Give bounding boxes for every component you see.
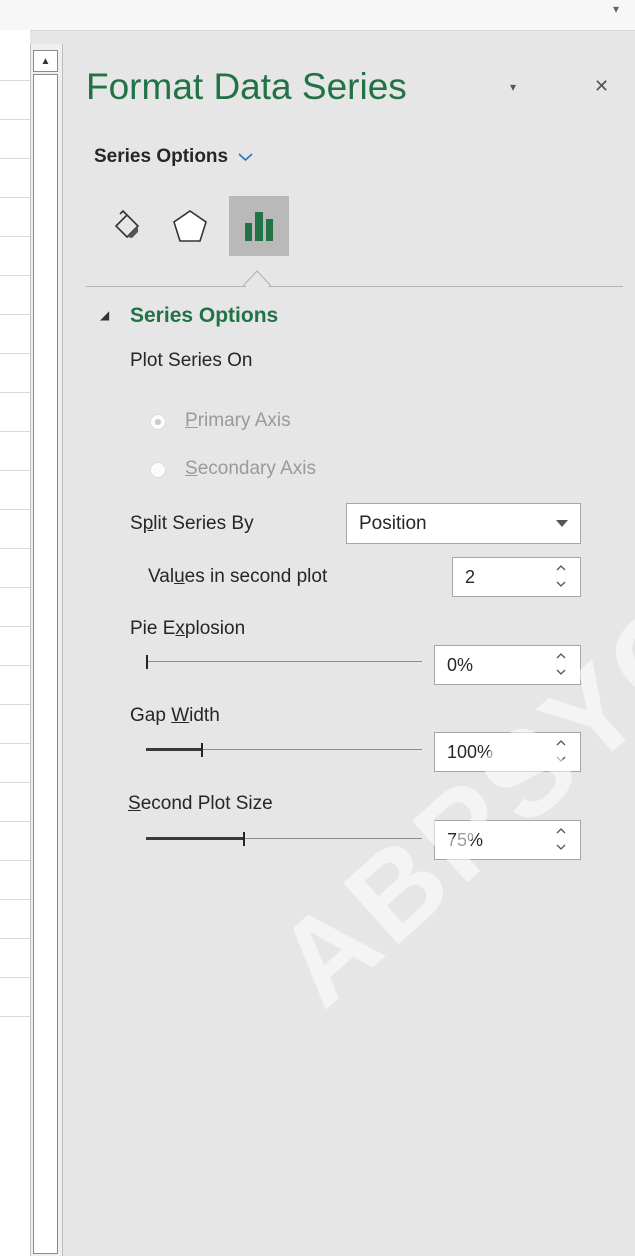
split-series-by-label: Split Series By (130, 513, 254, 534)
grid-row-line (0, 587, 30, 588)
slider-thumb[interactable] (146, 655, 148, 669)
series-options-menu[interactable]: Series Options (94, 146, 253, 168)
grid-row-line (0, 860, 30, 861)
grid-row-line (0, 392, 30, 393)
pie-explosion-value: 0% (447, 655, 474, 675)
grid-row-line (0, 704, 30, 705)
grid-row-line (0, 665, 30, 666)
secondary-axis-radio[interactable] (150, 462, 166, 478)
scroll-up-button[interactable]: ▲ (33, 50, 58, 72)
second-plot-size-label: Second Plot Size (128, 793, 273, 814)
chevron-down-icon (238, 153, 253, 162)
grid-row-line (0, 314, 30, 315)
series-options-tab[interactable] (229, 196, 289, 256)
pie-explosion-slider[interactable] (146, 655, 422, 669)
primary-axis-label: Primary Axis (185, 410, 291, 431)
grid-row-line (0, 197, 30, 198)
spin-up-icon[interactable] (556, 563, 566, 573)
primary-axis-radio[interactable] (150, 414, 166, 430)
grid-row-line (0, 236, 30, 237)
paint-bucket-icon (114, 209, 140, 239)
grid-row-line (0, 782, 30, 783)
tab-divider (268, 286, 623, 287)
pane-options-chevron-icon[interactable]: ▾ (510, 80, 516, 94)
split-series-by-value: Position (359, 513, 427, 534)
fill-line-tab[interactable] (96, 196, 156, 256)
pentagon-icon (173, 210, 207, 242)
gap-width-label: Gap Width (130, 705, 220, 726)
vertical-scrollbar[interactable]: ▲ (30, 44, 63, 1256)
section-header[interactable]: Series Options (130, 304, 278, 328)
grid-row-line (0, 977, 30, 978)
tab-divider (86, 286, 246, 287)
grid-row-line (0, 1016, 30, 1017)
series-options-menu-label: Series Options (94, 146, 229, 167)
grid-row-line (0, 80, 30, 81)
grid-row-line (0, 743, 30, 744)
grid-row-line (0, 938, 30, 939)
close-icon[interactable]: ✕ (594, 76, 609, 97)
grid-row-line (0, 899, 30, 900)
collapse-triangle-icon[interactable]: ◢ (100, 308, 109, 322)
grid-row-line (0, 275, 30, 276)
secondary-axis-label: Secondary Axis (185, 458, 316, 479)
slider-thumb[interactable] (201, 743, 203, 757)
grid-row-line (0, 548, 30, 549)
values-in-second-plot-spinner[interactable]: 2 (452, 557, 581, 597)
grid-row-line (0, 431, 30, 432)
effects-tab[interactable] (160, 196, 220, 256)
slider-track (146, 661, 422, 662)
ribbon-strip: ▾ (0, 0, 635, 31)
chevron-down-icon[interactable]: ▾ (613, 2, 619, 16)
slider-thumb[interactable] (243, 832, 245, 846)
values-in-second-plot-value: 2 (465, 567, 476, 587)
bar-chart-icon (245, 212, 273, 241)
grid-row-line (0, 158, 30, 159)
slider-fill (146, 837, 243, 840)
scrollbar-thumb[interactable] (33, 74, 58, 1254)
values-in-second-plot-label: Values in second plot (148, 566, 328, 587)
slider-fill (146, 748, 201, 751)
split-series-by-select[interactable]: Position (346, 503, 581, 544)
worksheet-grid (0, 30, 30, 1256)
grid-row-line (0, 821, 30, 822)
pie-explosion-label: Pie Explosion (130, 618, 246, 639)
plot-series-on-label: Plot Series On (130, 350, 253, 371)
grid-row-line (0, 353, 30, 354)
spin-down-icon[interactable] (556, 842, 566, 852)
grid-row-line (0, 470, 30, 471)
active-tab-notch (243, 270, 271, 287)
dropdown-arrow-icon (556, 520, 568, 527)
pane-title: Format Data Series (86, 66, 407, 107)
grid-row-line (0, 119, 30, 120)
grid-row-line (0, 626, 30, 627)
spin-down-icon[interactable] (556, 579, 566, 589)
grid-row-line (0, 509, 30, 510)
gap-width-slider[interactable] (146, 743, 422, 757)
